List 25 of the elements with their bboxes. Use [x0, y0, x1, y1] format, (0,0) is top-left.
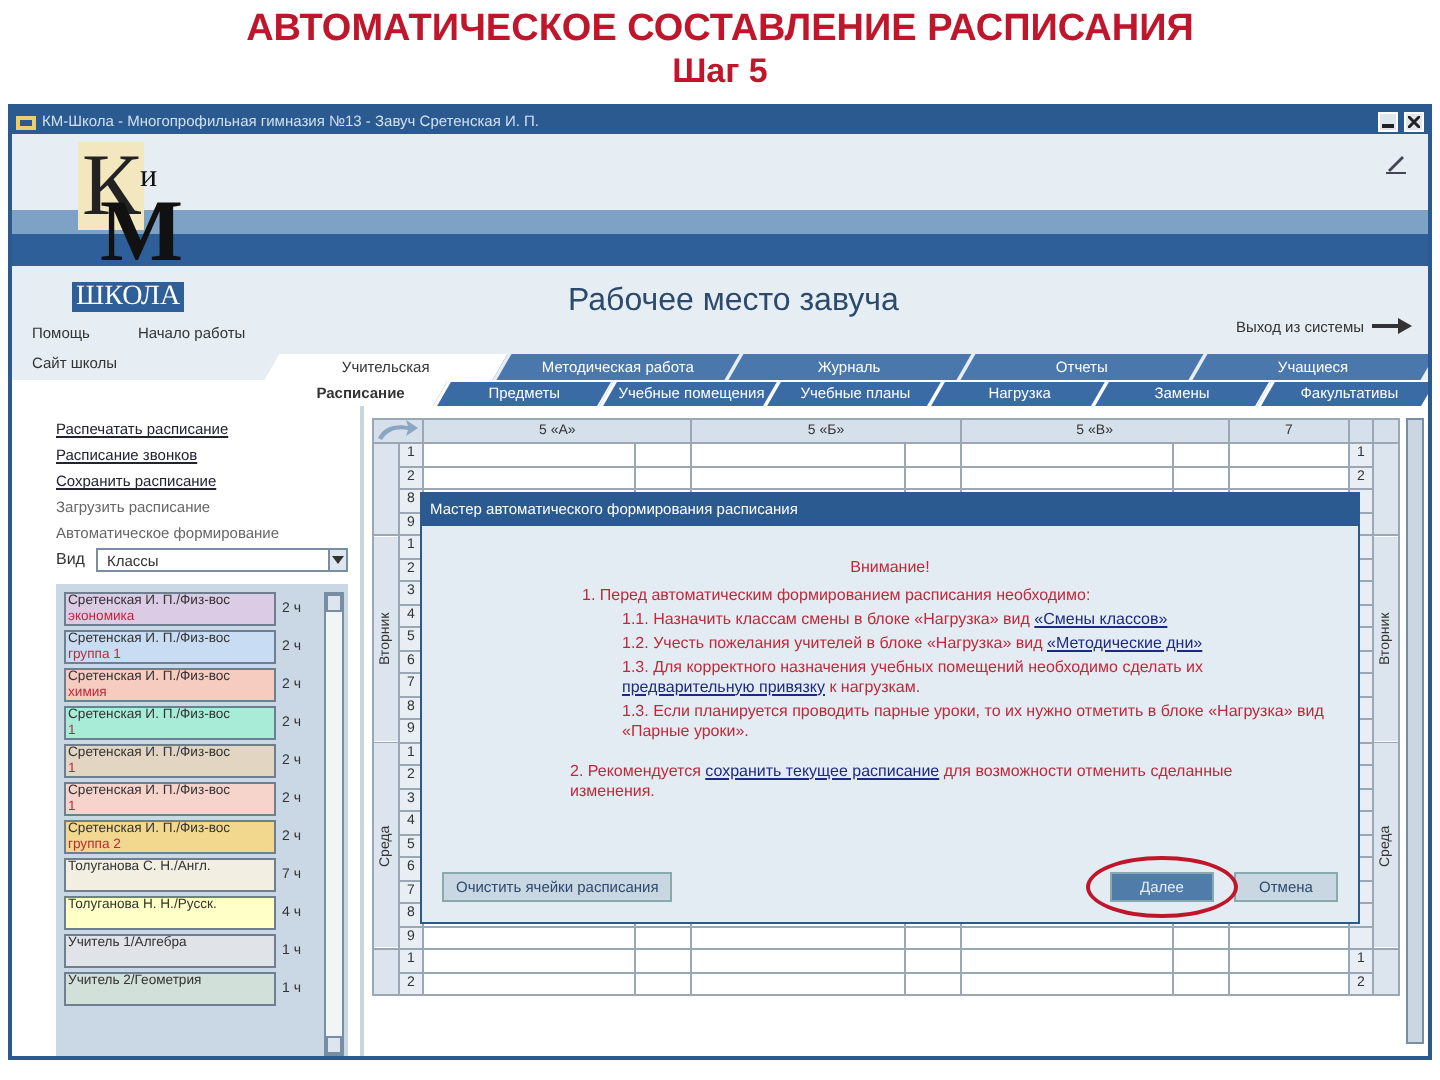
close-icon: [1408, 115, 1420, 127]
close-button[interactable]: [1404, 111, 1424, 131]
logo-letter: и: [140, 160, 158, 194]
caret-icon: [332, 556, 344, 565]
pencil-icon[interactable]: [1384, 150, 1408, 174]
warning-heading: Внимание!: [848, 557, 932, 577]
instruction-text: 1.2. Учесть пожелания учителей в блоке «Нагрузка» вид «Методические дни»: [622, 633, 1205, 653]
link[interactable]: «Смены классов»: [1034, 609, 1168, 627]
slide-subtitle: Шаг 5: [670, 52, 770, 92]
link[interactable]: «Методические дни»: [1047, 633, 1203, 651]
instruction-text: 1.3. Если планируется проводить парные уроки, то их нужно отметить в блоке «Нагрузка» вид «Парные уроки».: [622, 701, 1326, 741]
minimize-button[interactable]: [1378, 111, 1398, 131]
instruction-text: 1.3. Для корректного назначения учебных помещений необходимо сделать их предварительную привязку к нагрузкам.: [622, 657, 1206, 697]
link[interactable]: сохранить текущее расписание: [705, 761, 940, 779]
instruction-text: 1. Перед автоматическим формированием расписания необходимо:: [582, 585, 1093, 605]
slide-title: АВТОМАТИЧЕСКОЕ СОСТАВЛЕНИЕ РАСПИСАНИЯ: [244, 6, 1196, 52]
arrow-icon[interactable]: [1372, 318, 1412, 335]
page-title: Рабочее место завуча: [568, 282, 901, 322]
view-label: Вид: [56, 548, 85, 573]
scrollbar[interactable]: [1406, 418, 1424, 1044]
scrollbar[interactable]: [324, 592, 344, 1056]
logo-caption: ШКОЛА: [72, 282, 185, 312]
instruction-text: 1.1. Назначить классам смены в блоке «Нагрузка» вид «Смены классов»: [622, 609, 1170, 629]
instruction-text: 2. Рекомендуется сохранить текущее расписание для возможности отменить сделанные изменения.: [570, 761, 1235, 801]
link[interactable]: предварительную привязку: [622, 677, 825, 695]
